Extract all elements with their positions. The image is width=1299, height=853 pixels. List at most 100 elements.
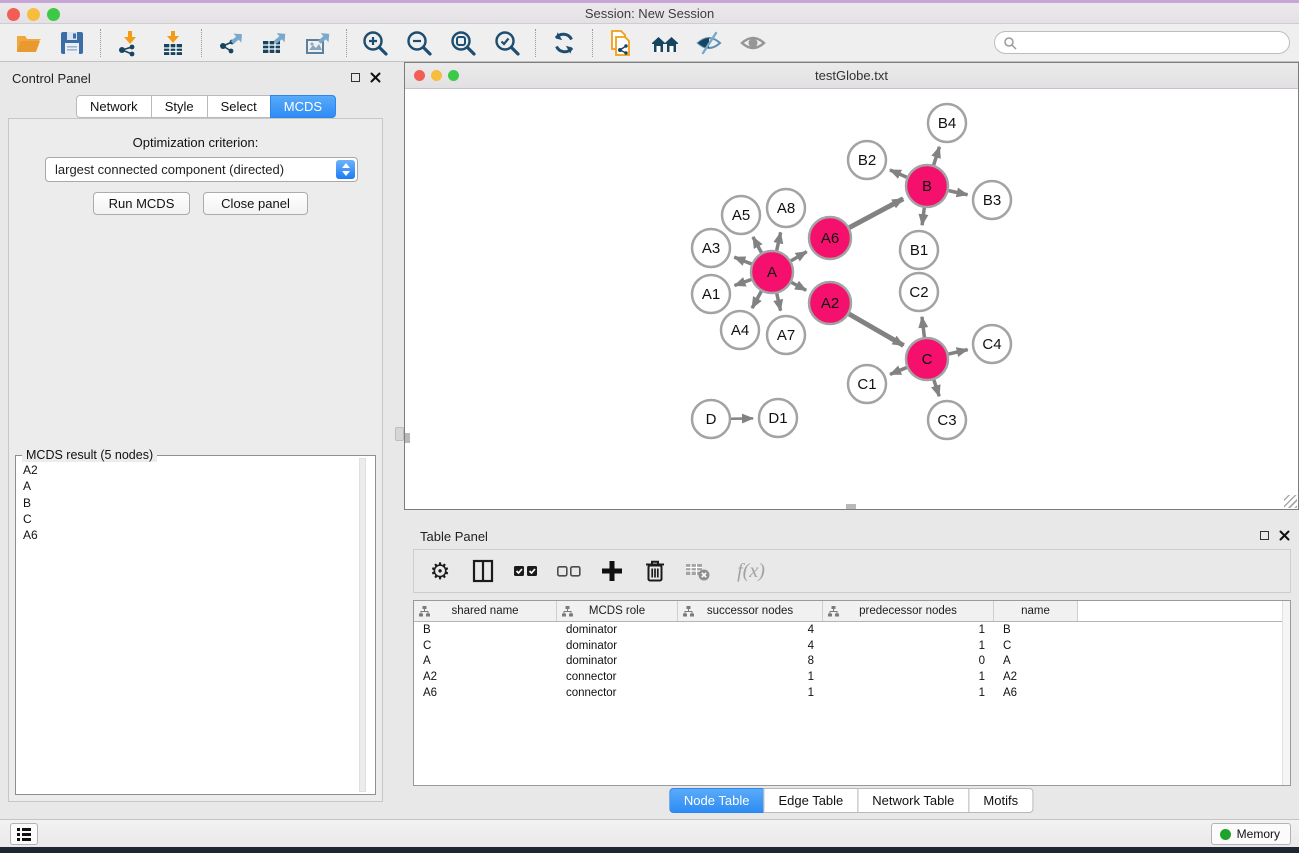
network-canvas[interactable]: B4 B2 B B3 A5A8A6 B1 A3 A A1 C2 A2 A4A7 C C4 C1 C3 D D1: [405, 90, 1298, 509]
search-field[interactable]: [994, 31, 1290, 54]
graph-node-B3[interactable]: B3: [973, 181, 1011, 219]
graph-edge-B-B2[interactable]: [890, 170, 907, 177]
zoom-selected-icon[interactable]: [492, 28, 522, 58]
graph-node-A3[interactable]: A3: [692, 229, 730, 267]
table-row[interactable]: Cdominator41C: [414, 638, 1290, 654]
select-all-checkboxes-icon[interactable]: [513, 558, 539, 584]
delete-table-icon[interactable]: [685, 558, 711, 584]
close-panel-button[interactable]: Close panel: [203, 192, 308, 215]
mcds-result-item[interactable]: B: [18, 495, 373, 511]
table-scrollbar[interactable]: [1282, 601, 1290, 785]
mcds-result-item[interactable]: C: [18, 511, 373, 527]
show-all-eye-icon[interactable]: [738, 28, 768, 58]
mcds-list-scrollbar[interactable]: [359, 458, 366, 792]
column-header-shared-name[interactable]: shared name: [414, 601, 557, 621]
column-header-name[interactable]: name: [994, 601, 1078, 621]
graph-node-A5[interactable]: A5: [722, 196, 760, 234]
tab-network-table[interactable]: Network Table: [857, 788, 969, 813]
graph-node-C4[interactable]: C4: [973, 325, 1011, 363]
run-mcds-button[interactable]: Run MCDS: [93, 192, 190, 215]
tab-node-table[interactable]: Node Table: [669, 788, 765, 813]
graph-node-C3[interactable]: C3: [928, 401, 966, 439]
memory-button[interactable]: Memory: [1211, 823, 1291, 845]
homes-icon[interactable]: [650, 28, 680, 58]
tab-style[interactable]: Style: [151, 95, 208, 118]
hide-selected-eye-icon[interactable]: [694, 28, 724, 58]
graph-edge-C-C4[interactable]: [948, 350, 967, 354]
export-network-icon[interactable]: [215, 28, 245, 58]
node-table[interactable]: shared name MCDS role successor nodes pr…: [413, 600, 1291, 786]
graph-edge-A-A7[interactable]: [777, 293, 781, 310]
tab-edge-table[interactable]: Edge Table: [763, 788, 858, 813]
graph-edge-A-A6[interactable]: [791, 252, 807, 261]
graph-node-C2[interactable]: C2: [900, 273, 938, 311]
table-row[interactable]: A2connector11A2: [414, 669, 1290, 685]
table-settings-gear-icon[interactable]: ⚙: [427, 558, 453, 584]
graph-edge-A-A3[interactable]: [734, 257, 751, 264]
criterion-dropdown[interactable]: largest connected component (directed): [45, 157, 358, 182]
graph-edge-A-A1[interactable]: [735, 279, 752, 285]
graph-node-A2[interactable]: A2: [809, 282, 851, 324]
mcds-result-item[interactable]: A: [18, 478, 373, 494]
task-history-button[interactable]: [10, 823, 38, 845]
save-session-icon[interactable]: [57, 28, 87, 58]
graph-node-A1[interactable]: A1: [692, 275, 730, 313]
function-builder-icon[interactable]: f(x): [728, 558, 774, 584]
window-resize-grip[interactable]: [1284, 495, 1297, 508]
tab-select[interactable]: Select: [207, 95, 271, 118]
search-input[interactable]: [1017, 36, 1289, 50]
graph-node-A7[interactable]: A7: [767, 316, 805, 354]
graph-edge-B-B1[interactable]: [922, 208, 924, 225]
mcds-result-item[interactable]: A2: [18, 462, 373, 478]
import-network-icon[interactable]: [114, 28, 144, 58]
refresh-icon[interactable]: [549, 28, 579, 58]
delete-column-trash-icon[interactable]: [642, 558, 668, 584]
export-image-icon[interactable]: [303, 28, 333, 58]
table-row[interactable]: A6connector11A6: [414, 685, 1290, 701]
graph-edge-C-C2[interactable]: [922, 317, 924, 337]
graph-edge-A6-B[interactable]: [849, 199, 903, 228]
graph-edge-C-C1[interactable]: [890, 367, 907, 374]
graph-node-C[interactable]: C: [906, 338, 948, 380]
import-table-icon[interactable]: [158, 28, 188, 58]
close-panel-icon[interactable]: [370, 72, 381, 83]
tab-network[interactable]: Network: [76, 95, 152, 118]
float-panel-icon[interactable]: [351, 73, 360, 82]
graph-node-B1[interactable]: B1: [900, 231, 938, 269]
graph-edge-B-B4[interactable]: [934, 147, 940, 165]
add-column-icon[interactable]: [599, 558, 625, 584]
export-table-icon[interactable]: [259, 28, 289, 58]
graph-edge-C-C3[interactable]: [934, 380, 939, 396]
graph-node-A8[interactable]: A8: [767, 189, 805, 227]
network-window-titlebar[interactable]: testGlobe.txt: [405, 63, 1298, 89]
zoom-in-icon[interactable]: [360, 28, 390, 58]
open-file-icon[interactable]: [13, 28, 43, 58]
graph-edge-A-A2[interactable]: [791, 282, 806, 290]
graph-edge-A-A8[interactable]: [777, 232, 781, 250]
close-table-panel-icon[interactable]: [1279, 530, 1290, 541]
graph-node-A[interactable]: A: [751, 251, 793, 293]
graph-node-B4[interactable]: B4: [928, 104, 966, 142]
graph-node-A6[interactable]: A6: [809, 217, 851, 259]
graph-node-C1[interactable]: C1: [848, 365, 886, 403]
table-row[interactable]: Adominator80A: [414, 654, 1290, 670]
graph-node-A4[interactable]: A4: [721, 311, 759, 349]
graph-edge-A-A5[interactable]: [753, 237, 762, 253]
column-header-successor-nodes[interactable]: successor nodes: [678, 601, 823, 621]
tab-mcds[interactable]: MCDS: [270, 95, 336, 118]
graph-edge-A2-C[interactable]: [849, 314, 904, 346]
graph-node-D[interactable]: D: [692, 400, 730, 438]
new-session-from-network-icon[interactable]: [606, 28, 636, 58]
mcds-result-item[interactable]: A6: [18, 527, 373, 543]
table-row[interactable]: Bdominator41B: [414, 622, 1290, 638]
graph-edge-B-B3[interactable]: [949, 191, 968, 195]
graph-node-B2[interactable]: B2: [848, 141, 886, 179]
panel-splitter-grip[interactable]: [395, 427, 404, 441]
split-view-icon[interactable]: [470, 558, 496, 584]
column-header-mcds-role[interactable]: MCDS role: [557, 601, 678, 621]
float-table-panel-icon[interactable]: [1260, 531, 1269, 540]
graph-node-D1[interactable]: D1: [759, 399, 797, 437]
column-header-predecessor-nodes[interactable]: predecessor nodes: [823, 601, 994, 621]
graph-node-B[interactable]: B: [906, 165, 948, 207]
zoom-fit-icon[interactable]: [448, 28, 478, 58]
